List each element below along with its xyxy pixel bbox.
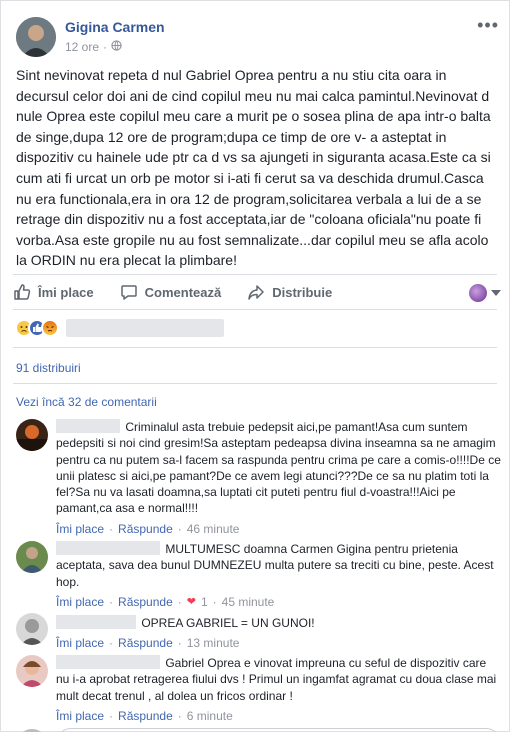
commenter-name-redacted[interactable]	[56, 655, 160, 669]
comment-reply-link[interactable]: Răspunde	[118, 708, 173, 724]
comment-like-link[interactable]: Îmi place	[56, 521, 104, 537]
comment-button[interactable]: Comentează	[120, 283, 222, 301]
comment-like-link[interactable]: Îmi place	[56, 594, 104, 610]
comment-time[interactable]: 45 minute	[222, 594, 275, 610]
commenter-name-redacted[interactable]	[56, 419, 120, 433]
comment-like-link[interactable]: Îmi place	[56, 635, 104, 651]
comment-time[interactable]: 46 minute	[187, 521, 240, 537]
comment-time[interactable]: 6 minute	[187, 708, 233, 724]
comment-like-link[interactable]: Îmi place	[56, 708, 104, 724]
action-bar: Îmi place Comentează Distribuie	[13, 275, 499, 309]
post-meta: 12 ore ·	[65, 40, 122, 54]
comment-reply-link[interactable]: Răspunde	[118, 635, 173, 651]
like-button[interactable]: Îmi place	[13, 283, 94, 301]
view-more-comments-link[interactable]: Vezi încă 32 de comentarii	[16, 395, 157, 409]
author-avatar[interactable]	[16, 17, 56, 57]
comment-reaction-count[interactable]: 1	[201, 594, 208, 610]
divider	[13, 347, 497, 348]
angry-reaction-icon	[41, 319, 59, 337]
share-button[interactable]: Distribuie	[247, 283, 332, 301]
avatar[interactable]	[16, 541, 48, 573]
share-icon	[248, 285, 264, 300]
avatar	[469, 284, 487, 302]
comment-time[interactable]: 13 minute	[187, 635, 240, 651]
reactions-summary[interactable]	[15, 319, 224, 337]
comment-text: Criminalul asta trebuie pedepsit aici,pe…	[56, 420, 501, 516]
more-options-icon[interactable]: •••	[477, 15, 499, 36]
globe-icon	[111, 40, 122, 54]
divider	[13, 309, 497, 310]
share-label: Distribuie	[272, 284, 333, 300]
post-as-selector[interactable]	[469, 284, 501, 302]
heart-icon: ❤	[186, 595, 196, 608]
comment-reply-link[interactable]: Răspunde	[118, 594, 173, 610]
reactors-names-redacted	[66, 319, 224, 337]
comment-text: OPREA GABRIEL = UN GUNOI!	[141, 616, 315, 630]
avatar[interactable]	[16, 419, 48, 451]
avatar[interactable]	[16, 655, 48, 687]
avatar[interactable]	[16, 613, 48, 645]
like-label: Îmi place	[38, 284, 94, 300]
commenter-name-redacted[interactable]	[56, 541, 160, 555]
comment-label: Comentează	[144, 284, 222, 300]
chevron-down-icon	[491, 290, 501, 296]
comment-icon	[120, 285, 137, 300]
post-card: Gigina Carmen 12 ore · ••• Sint nevinova…	[0, 0, 510, 732]
write-comment-input[interactable]	[56, 728, 501, 732]
thumbs-up-icon	[14, 284, 31, 300]
author-name[interactable]: Gigina Carmen	[65, 19, 165, 35]
divider	[13, 383, 497, 384]
shares-count[interactable]: 91 distribuiri	[16, 361, 81, 375]
post-time[interactable]: 12 ore	[65, 40, 99, 54]
comment-reply-link[interactable]: Răspunde	[118, 521, 173, 537]
post-text: Sint nevinovat repeta d nul Gabriel Opre…	[16, 67, 491, 269]
commenter-name-redacted[interactable]	[56, 615, 136, 629]
